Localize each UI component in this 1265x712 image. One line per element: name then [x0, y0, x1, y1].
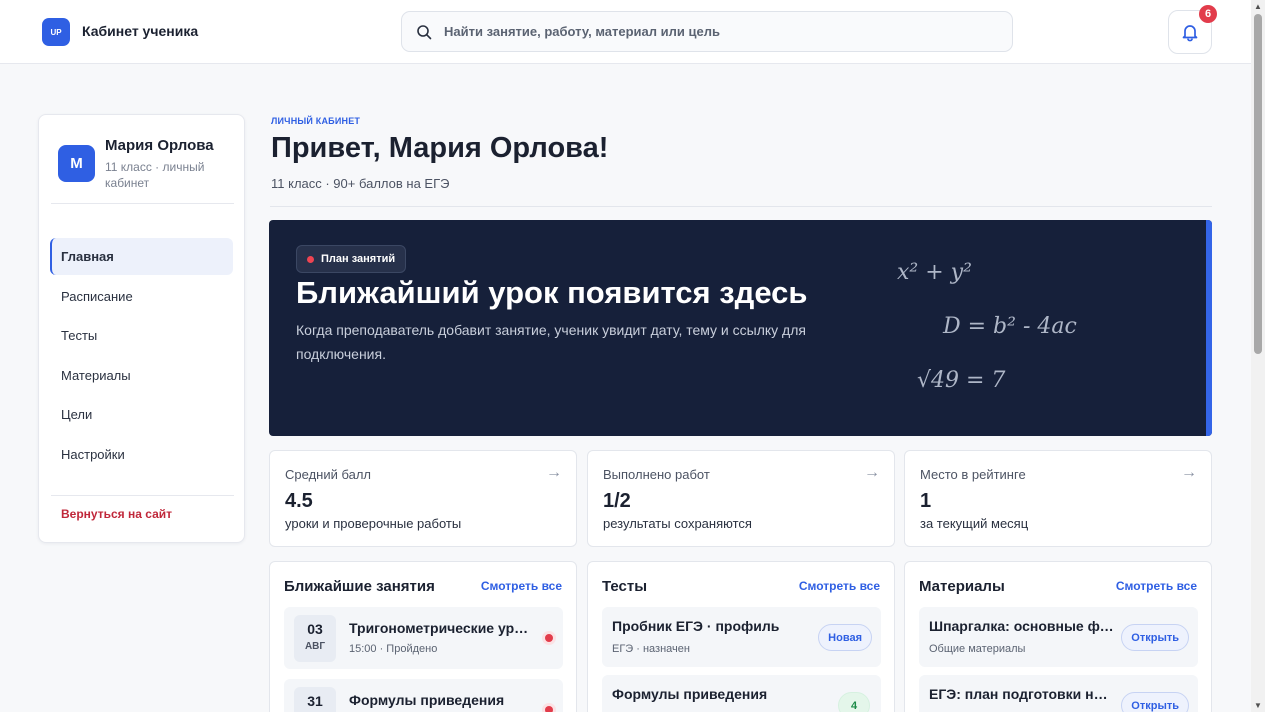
banner-title: Ближайший урок появится здесь — [296, 275, 808, 310]
open-button[interactable]: Открыть — [1121, 624, 1189, 651]
stat-label: Выполнено работ — [603, 467, 710, 482]
search-input[interactable] — [444, 12, 1004, 51]
date-badge: 31 — [294, 687, 336, 712]
user-subtitle: 11 класс · личный кабинет — [105, 160, 205, 190]
lesson-plan-banner: План занятий Ближайший урок появится зде… — [269, 220, 1212, 436]
stat-description: результаты сохраняются — [603, 516, 752, 531]
lesson-title: Тригонометрические уравнения — [349, 620, 534, 636]
stat-description: уроки и проверочные работы — [285, 516, 462, 531]
formula-text: x² + y² — [897, 260, 972, 285]
upcoming-lessons-panel: Ближайшие занятия Смотреть все 03 АВГ Тр… — [269, 561, 577, 712]
sidebar-divider — [51, 203, 234, 204]
score-badge: 4 — [838, 692, 870, 712]
page-subtitle: 11 класс · 90+ баллов на ЕГЭ — [271, 176, 450, 191]
material-item[interactable]: ЕГЭ: план подготовки на лето Открыть — [919, 675, 1198, 712]
search-box[interactable] — [401, 11, 1013, 52]
arrow-right-icon[interactable]: → — [546, 464, 562, 482]
test-item[interactable]: Пробник ЕГЭ · профиль ЕГЭ · назначен Нов… — [602, 607, 881, 667]
bell-icon — [1182, 25, 1198, 42]
scroll-down-icon[interactable]: ▼ — [1254, 701, 1262, 710]
sidebar: М Мария Орлова 11 класс · личный кабинет… — [38, 114, 245, 543]
lesson-title: Формулы приведения — [349, 692, 505, 708]
stat-label: Место в рейтинге — [920, 467, 1026, 482]
panel-title: Ближайшие занятия — [284, 578, 435, 595]
material-item[interactable]: Шпаргалка: основные формулы Общие матери… — [919, 607, 1198, 667]
back-to-site-link[interactable]: Вернуться на сайт — [61, 507, 172, 521]
date-day: 31 — [307, 693, 323, 709]
stat-value: 1 — [920, 490, 932, 512]
tests-panel: Тесты Смотреть все Пробник ЕГЭ · профиль… — [587, 561, 895, 712]
panel-title: Тесты — [602, 578, 648, 595]
sidebar-item-settings[interactable]: Настройки — [50, 436, 233, 473]
date-day: 03 — [307, 621, 323, 637]
formula-text: D = b² - 4ac — [943, 314, 1077, 339]
page-eyebrow: ЛИЧНЫЙ КАБИНЕТ — [271, 116, 361, 126]
materials-panel: Материалы Смотреть все Шпаргалка: основн… — [904, 561, 1212, 712]
sidebar-item-tests[interactable]: Тесты — [50, 317, 233, 354]
scroll-thumb[interactable] — [1254, 14, 1262, 354]
lesson-item[interactable]: 03 АВГ Тригонометрические уравнения 15:0… — [284, 607, 563, 669]
stat-card-completed[interactable]: Выполнено работ → 1/2 результаты сохраня… — [587, 450, 895, 547]
formula-text: √49 = 7 — [917, 368, 1006, 393]
banner-accent — [1206, 220, 1212, 436]
stat-card-rating[interactable]: Место в рейтинге → 1 за текущий месяц — [904, 450, 1212, 547]
sidebar-item-home[interactable]: Главная — [50, 238, 233, 275]
avatar: М — [58, 145, 95, 182]
sidebar-item-schedule[interactable]: Расписание — [50, 278, 233, 315]
sidebar-item-goals[interactable]: Цели — [50, 396, 233, 433]
date-month: АВГ — [304, 641, 326, 652]
status-dot-icon — [307, 256, 314, 263]
date-badge: 03 АВГ — [294, 615, 336, 662]
material-title: Шпаргалка: основные формулы — [929, 618, 1114, 634]
test-title: Пробник ЕГЭ · профиль — [612, 618, 780, 634]
notification-badge: 6 — [1199, 5, 1217, 23]
scrollbar[interactable]: ▲ ▼ — [1251, 0, 1265, 712]
app-logo[interactable]: UP — [42, 18, 70, 46]
material-subtitle: Общие материалы — [929, 643, 1026, 655]
app-title: Кабинет ученика — [82, 23, 199, 39]
view-all-link[interactable]: Смотреть все — [1116, 579, 1197, 593]
arrow-right-icon[interactable]: → — [864, 464, 880, 482]
view-all-link[interactable]: Смотреть все — [481, 579, 562, 593]
page-title: Привет, Мария Орлова! — [271, 132, 609, 164]
sidebar-item-materials[interactable]: Материалы — [50, 357, 233, 394]
search-icon — [417, 25, 432, 40]
top-bar: UP Кабинет ученика 6 — [0, 0, 1251, 64]
lesson-plan-pill: План занятий — [296, 245, 407, 273]
test-title: Формулы приведения — [612, 686, 768, 702]
panel-title: Материалы — [919, 578, 1005, 595]
scroll-up-icon[interactable]: ▲ — [1254, 2, 1262, 11]
material-title: ЕГЭ: план подготовки на лето — [929, 686, 1114, 702]
lesson-subtitle: 15:00 · Пройдено — [349, 643, 438, 655]
stat-card-average[interactable]: Средний балл → 4.5 уроки и проверочные р… — [269, 450, 577, 547]
stat-value: 1/2 — [603, 490, 631, 512]
open-button[interactable]: Открыть — [1121, 692, 1189, 712]
stat-value: 4.5 — [285, 490, 313, 512]
pill-label: План занятий — [321, 253, 396, 265]
lesson-item[interactable]: 31 Формулы приведения — [284, 679, 563, 712]
sidebar-nav: Главная Расписание Тесты Материалы Цели … — [50, 238, 233, 475]
arrow-right-icon[interactable]: → — [1181, 464, 1197, 482]
view-all-link[interactable]: Смотреть все — [799, 579, 880, 593]
banner-text: Когда преподаватель добавит занятие, уче… — [296, 322, 806, 362]
status-dot-icon — [545, 634, 553, 642]
new-badge: Новая — [818, 624, 872, 651]
test-item[interactable]: Формулы приведения 4 — [602, 675, 881, 712]
test-subtitle: ЕГЭ · назначен — [612, 643, 690, 655]
header-divider — [270, 206, 1212, 207]
user-name: Мария Орлова — [105, 137, 214, 154]
status-dot-icon — [545, 706, 553, 712]
sidebar-divider — [51, 495, 234, 496]
stat-label: Средний балл — [285, 467, 372, 482]
stat-description: за текущий месяц — [920, 516, 1029, 531]
